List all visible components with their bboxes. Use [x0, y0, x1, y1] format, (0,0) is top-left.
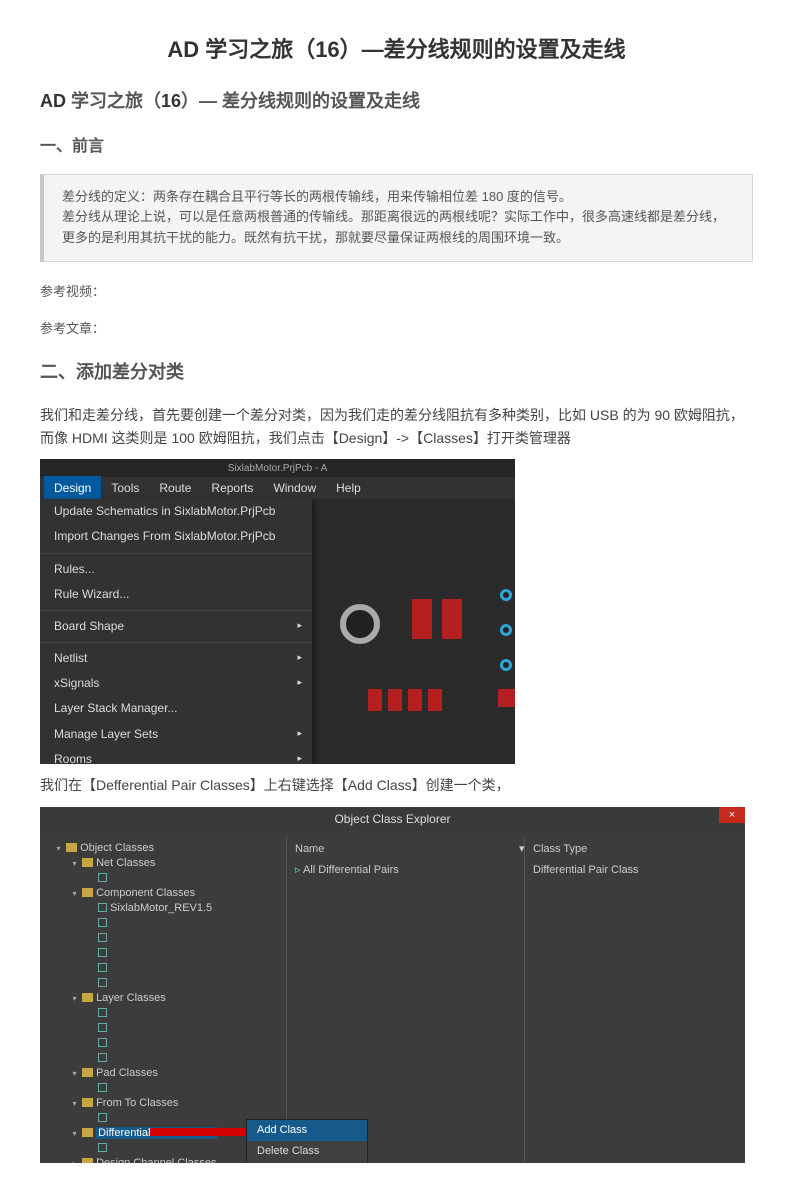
- context-menu-item[interactable]: Delete Class: [247, 1141, 367, 1162]
- tree-node[interactable]: SixlabMotor_REV1.5: [54, 901, 282, 916]
- tree-node[interactable]: [54, 916, 282, 931]
- screenshot-object-class-explorer: Object Class Explorer × ▾ Object Classes…: [40, 807, 745, 1163]
- menu-item[interactable]: xSignals▸: [40, 671, 312, 696]
- tree-node[interactable]: ▾ Pad Classes: [54, 1066, 282, 1081]
- menu-item[interactable]: Update Schematics in SixlabMotor.PrjPcb: [40, 499, 312, 524]
- menu-item[interactable]: Manage Layer Sets▸: [40, 722, 312, 747]
- window-titlebar: SixlabMotor.PrjPcb - A: [40, 459, 515, 477]
- para-2: 我们在【Defferential Pair Classes】上右键选择【Add …: [40, 774, 753, 796]
- menu-item[interactable]: Board Shape▸: [40, 614, 312, 639]
- name-column: Name ▹ All Differential Pairs: [286, 837, 525, 1163]
- para-1: 我们和走差分线，首先要创建一个差分对类，因为我们走的差分线阻抗有多种类别，比如 …: [40, 404, 753, 449]
- ref-article: 参考文章：: [40, 319, 753, 340]
- context-menu: Add ClassDelete Class: [246, 1119, 368, 1163]
- class-tree[interactable]: ▾ Object Classes▾ Net Classes ▾ Componen…: [50, 837, 286, 1163]
- tree-node[interactable]: [54, 931, 282, 946]
- menu-item-route[interactable]: Route: [149, 476, 201, 501]
- quote-box: 差分线的定义：两条存在耦合且平行等长的两根传输线，用来传输相位差 180 度的信…: [40, 174, 753, 262]
- tree-node[interactable]: ▾ Layer Classes: [54, 991, 282, 1006]
- menu-item-help[interactable]: Help: [326, 476, 371, 501]
- tree-node[interactable]: [54, 1081, 282, 1096]
- close-button[interactable]: ×: [719, 807, 745, 823]
- menubar: DesignToolsRouteReportsWindowHelp: [40, 477, 515, 499]
- tree-node[interactable]: ▾ Net Classes: [54, 856, 282, 871]
- list-item[interactable]: ▹ All Differential Pairs: [295, 862, 516, 880]
- tree-node[interactable]: [54, 976, 282, 991]
- dialog-title: Object Class Explorer: [40, 807, 745, 831]
- menu-item-reports[interactable]: Reports: [201, 476, 263, 501]
- type-column: ▾Class Type Differential Pair Class: [525, 837, 735, 1163]
- tree-node[interactable]: ▾ Component Classes: [54, 886, 282, 901]
- menu-item[interactable]: Import Changes From SixlabMotor.PrjPcb: [40, 524, 312, 549]
- menu-item[interactable]: Layer Stack Manager...: [40, 696, 312, 721]
- pcb-canvas[interactable]: [312, 499, 515, 764]
- tree-node[interactable]: [54, 961, 282, 976]
- section-2-heading: 二、添加差分对类: [40, 358, 753, 387]
- tree-node[interactable]: [54, 1036, 282, 1051]
- tree-node[interactable]: [54, 1021, 282, 1036]
- menu-item-window[interactable]: Window: [263, 476, 326, 501]
- context-menu-item[interactable]: Add Class: [247, 1120, 367, 1142]
- subtitle: AD 学习之旅（16）— 差分线规则的设置及走线: [40, 87, 753, 116]
- menu-item[interactable]: Netlist▸: [40, 646, 312, 671]
- menu-item[interactable]: Rooms▸: [40, 747, 312, 764]
- ref-video: 参考视频：: [40, 282, 753, 303]
- design-dropdown: Update Schematics in SixlabMotor.PrjPcbI…: [40, 499, 312, 764]
- page-title: AD 学习之旅（16）—差分线规则的设置及走线: [40, 32, 753, 67]
- tree-node[interactable]: [54, 871, 282, 886]
- tree-node[interactable]: ▾ Object Classes: [54, 841, 282, 856]
- tree-node[interactable]: [54, 946, 282, 961]
- section-1-heading: 一、前言: [40, 134, 753, 160]
- menu-item-design[interactable]: Design: [44, 476, 101, 501]
- screenshot-design-menu: SixlabMotor.PrjPcb - A DesignToolsRouteR…: [40, 459, 515, 764]
- tree-node[interactable]: [54, 1051, 282, 1066]
- menu-item-tools[interactable]: Tools: [101, 476, 149, 501]
- menu-item[interactable]: Rule Wizard...: [40, 582, 312, 607]
- tree-node[interactable]: ▾ From To Classes: [54, 1096, 282, 1111]
- tree-node[interactable]: [54, 1006, 282, 1021]
- list-item: Differential Pair Class: [533, 862, 727, 880]
- menu-item[interactable]: Rules...: [40, 557, 312, 582]
